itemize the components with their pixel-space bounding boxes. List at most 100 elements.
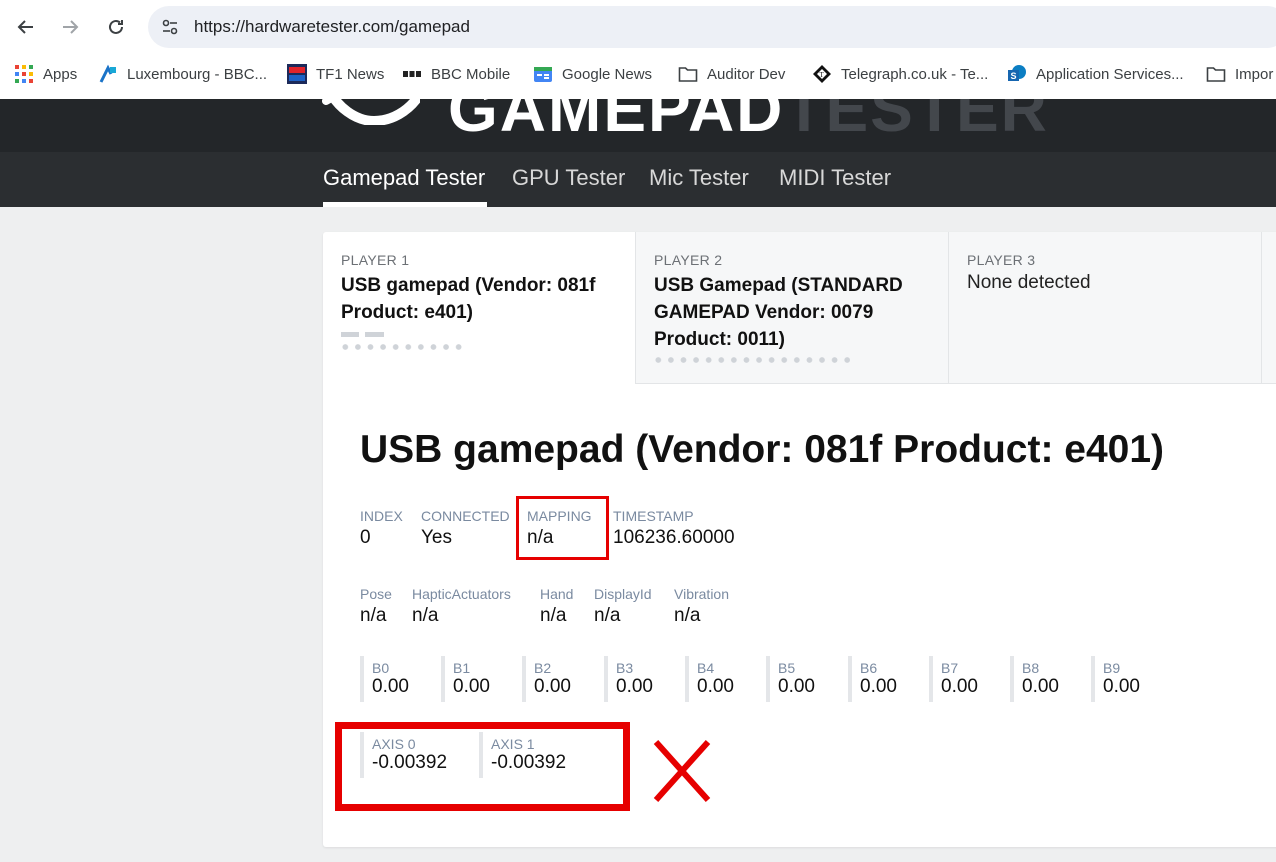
field-value: 0 (360, 527, 371, 548)
tab-mic-tester[interactable]: Mic Tester (649, 165, 749, 191)
axis-indicator (365, 332, 384, 337)
field-pose: Pose n/a (360, 586, 392, 627)
button-b3: B3 0.00 (604, 656, 674, 702)
field-label: HapticActuators (412, 586, 511, 602)
site-settings-icon[interactable] (160, 17, 180, 37)
url-text[interactable]: https://hardwaretester.com/gamepad (194, 17, 470, 37)
button-value: 0.00 (453, 676, 490, 697)
button-value: 0.00 (1103, 676, 1140, 697)
player-label: PLAYER 3 (967, 252, 1036, 268)
folder-icon (678, 64, 698, 84)
apps-grid-icon (14, 64, 34, 84)
bookmark-auditor-dev[interactable]: Auditor Dev (678, 62, 785, 86)
bookmark-google-news[interactable]: Google News (533, 62, 652, 86)
address-bar[interactable]: https://hardwaretester.com/gamepad (148, 6, 1276, 48)
button-b5: B5 0.00 (766, 656, 836, 702)
button-b6: B6 0.00 (848, 656, 918, 702)
bookmark-label: Impor (1235, 65, 1274, 83)
button-name: B6 (860, 660, 878, 676)
gamepad-logo-icon (322, 99, 420, 125)
player-tabs: PLAYER 1 USB gamepad (Vendor: 081f Produ… (323, 232, 1276, 384)
bookmark-label: Google News (562, 65, 653, 83)
button-name: B2 (534, 660, 552, 676)
reload-icon (109, 19, 123, 34)
svg-text:T: T (820, 71, 825, 79)
field-label: INDEX (360, 508, 403, 524)
sharepoint-icon: S (1007, 64, 1027, 84)
button-value: 0.00 (778, 676, 815, 697)
luxembourg-bookmark-icon (98, 64, 118, 84)
bookmark-label: Apps (43, 65, 78, 83)
site-header: GAMEPADTESTER (0, 99, 1276, 152)
bbc-icon (402, 64, 422, 84)
bookmark-label: TF1 News (316, 65, 385, 83)
folder-icon (1206, 64, 1226, 84)
player-tab-3[interactable]: PLAYER 3 None detected (948, 232, 1261, 384)
bookmark-label: BBC Mobile (431, 65, 511, 83)
bookmark-tf1-news[interactable]: TF1 News (287, 62, 384, 86)
bookmark-apps[interactable]: Apps (14, 62, 77, 86)
player-name: None detected (967, 272, 1091, 293)
field-hand: Hand n/a (540, 586, 573, 627)
button-b1: B1 0.00 (441, 656, 511, 702)
field-label: Vibration (674, 586, 730, 602)
field-value: n/a (674, 605, 701, 626)
button-name: B5 (778, 660, 796, 676)
field-connected: CONNECTED Yes (421, 508, 510, 549)
button-value: 0.00 (616, 676, 653, 697)
button-value: 0.00 (372, 676, 409, 697)
bookmark-application-services[interactable]: S Application Services... (1007, 62, 1184, 86)
field-value: Yes (421, 527, 452, 548)
field-value: n/a (412, 605, 439, 626)
player-label: PLAYER 1 (341, 252, 410, 268)
bookmark-luxembourg[interactable]: Luxembourg - BBC... (98, 62, 267, 86)
player-tab-4[interactable] (1261, 232, 1276, 384)
bookmark-label: Auditor Dev (707, 65, 786, 83)
field-index: INDEX 0 (360, 508, 403, 549)
player-name: USB gamepad (Vendor: 081f Product: e401) (341, 275, 596, 323)
field-label: Hand (540, 586, 574, 602)
tab-gamepad-tester[interactable]: Gamepad Tester (323, 165, 485, 191)
bookmark-bbc-mobile[interactable]: BBC Mobile (402, 62, 510, 86)
forward-button[interactable] (53, 10, 87, 44)
button-value: 0.00 (534, 676, 571, 697)
tab-gpu-tester[interactable]: GPU Tester (512, 165, 625, 191)
player-label: PLAYER 2 (654, 252, 723, 268)
axis-indicator (341, 332, 359, 337)
field-value: n/a (540, 605, 567, 626)
field-timestamp: TIMESTAMP 106236.60000 (613, 508, 735, 549)
bookmark-telegraph[interactable]: T Telegraph.co.uk - Te... (812, 62, 988, 86)
button-indicators (339, 344, 463, 350)
reload-button[interactable] (99, 10, 133, 44)
button-value: 0.00 (697, 676, 734, 697)
player-tab-1[interactable]: PLAYER 1 USB gamepad (Vendor: 081f Produ… (323, 232, 635, 384)
site-logo[interactable]: GAMEPADTESTER (448, 99, 1049, 149)
button-b7: B7 0.00 (929, 656, 999, 702)
button-indicators (652, 357, 850, 363)
button-name: B1 (453, 660, 471, 676)
back-button[interactable] (9, 10, 43, 44)
bookmark-label: Luxembourg - BBC... (127, 65, 268, 83)
field-label: TIMESTAMP (613, 508, 694, 524)
bookmark-impor[interactable]: Impor (1206, 62, 1273, 86)
field-vibration: Vibration n/a (674, 586, 729, 627)
button-b9: B9 0.00 (1091, 656, 1161, 702)
field-haptic-actuators: HapticActuators n/a (412, 586, 511, 627)
button-value: 0.00 (1022, 676, 1059, 697)
button-b4: B4 0.00 (685, 656, 755, 702)
bookmark-label: Application Services... (1036, 65, 1184, 83)
tf1-info-icon (287, 64, 307, 84)
button-name: B4 (697, 660, 715, 676)
field-label: CONNECTED (421, 508, 510, 524)
field-label: DisplayId (594, 586, 652, 602)
arrow-right-icon (63, 20, 79, 34)
axes-highlight-box (335, 722, 630, 811)
logo-gamepad-text: GAMEPAD (448, 99, 785, 145)
mapping-highlight-box (516, 496, 609, 560)
tab-midi-tester[interactable]: MIDI Tester (779, 165, 891, 191)
arrow-left-icon (17, 20, 33, 34)
field-label: Pose (360, 586, 392, 602)
telegraph-icon: T (812, 64, 832, 84)
field-value: n/a (360, 605, 387, 626)
button-name: B0 (372, 660, 390, 676)
